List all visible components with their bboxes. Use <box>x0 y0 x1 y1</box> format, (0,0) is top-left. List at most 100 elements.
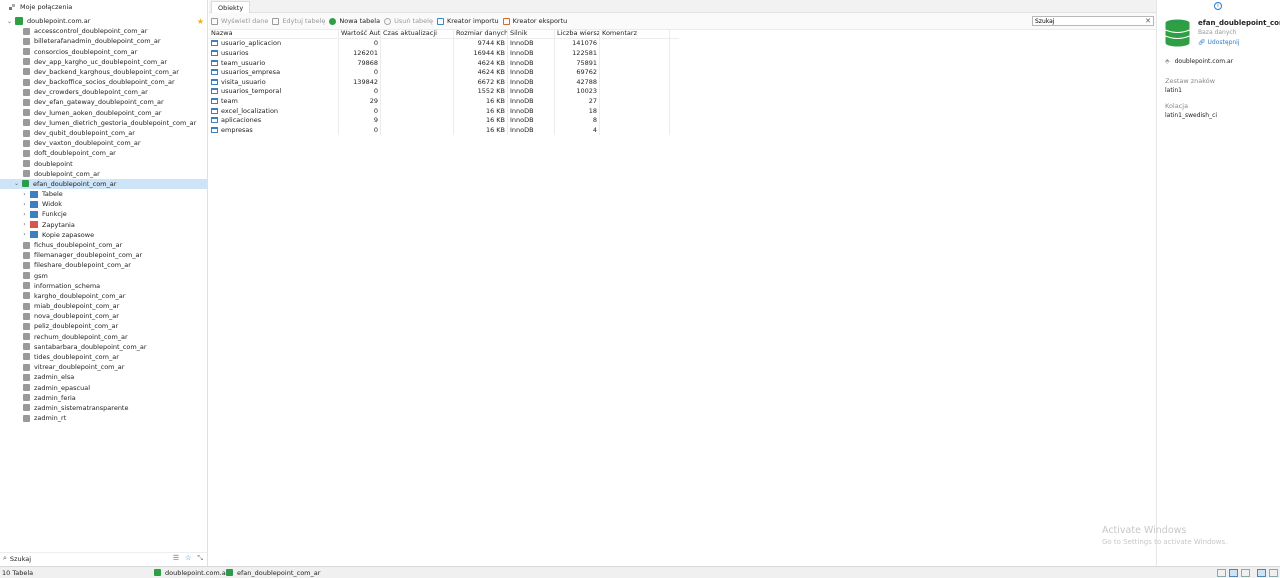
chevron-right-icon[interactable]: › <box>21 191 28 198</box>
tree-database[interactable]: vitrear_doublepoint_com_ar <box>0 362 207 372</box>
tree-database[interactable]: dev_vaxton_doublepoint_com_ar <box>0 138 207 148</box>
table-row[interactable]: team 29 16 KB InnoDB 27 <box>209 96 679 106</box>
tree-database[interactable]: consorcios_doublepoint_com_ar <box>0 47 207 57</box>
collapse-tree-icon[interactable]: ⤡ <box>197 554 203 563</box>
tree-item-label: billeterafanadmin_doublepoint_com_ar <box>34 37 161 46</box>
chevron-right-icon[interactable]: › <box>21 231 28 238</box>
chevron-down-icon[interactable]: ⌄ <box>6 18 13 25</box>
tree-database[interactable]: accesscontrol_doublepoint_com_ar <box>0 26 207 36</box>
objects-search-input[interactable] <box>1035 17 1135 25</box>
star-icon[interactable]: ★ <box>197 17 204 26</box>
tree-database[interactable]: zadmin_rt <box>0 413 207 423</box>
tree-database[interactable]: billeterafanadmin_doublepoint_com_ar <box>0 36 207 46</box>
status-database[interactable]: efan_doublepoint_com_ar <box>226 569 320 577</box>
tree-database[interactable]: gsm <box>0 271 207 281</box>
tree-database[interactable]: dev_lumen_dietrich_gestoria_doublepoint_… <box>0 118 207 128</box>
tree-database[interactable]: zadmin_sistematransparente <box>0 403 207 413</box>
list-view-icon[interactable] <box>1229 568 1238 577</box>
database-icon <box>23 343 30 351</box>
objects-search-box[interactable]: ✕ <box>1032 16 1154 26</box>
tree-object-group[interactable]: › Widok <box>0 199 207 209</box>
view-data-button[interactable]: Wyświetl dane <box>211 17 268 25</box>
tree-database[interactable]: santabarbara_doublepoint_com_ar <box>0 342 207 352</box>
table-row[interactable]: empresas 0 16 KB InnoDB 4 <box>209 124 679 135</box>
cell-row-count-text: 8 <box>592 116 597 125</box>
tree-database[interactable]: rechum_doublepoint_com_ar <box>0 332 207 342</box>
chevron-down-icon[interactable]: ⌄ <box>13 180 20 187</box>
chevron-right-icon[interactable]: › <box>21 221 28 228</box>
edit-table-button[interactable]: Edytuj tabelę <box>272 17 325 25</box>
toggle-info-panel-icon[interactable] <box>1269 568 1278 577</box>
grid-view-icon[interactable] <box>1217 568 1226 577</box>
connection-icon <box>154 569 161 576</box>
table-row[interactable]: usuarios_temporal 0 1552 KB InnoDB 10023 <box>209 86 679 97</box>
chevron-right-icon[interactable]: › <box>21 211 28 218</box>
sidebar-search-bar[interactable]: ⌕ Szukaj ☰ ☆ ⤡ <box>0 552 207 564</box>
tree-database[interactable]: zadmin_epascual <box>0 383 207 393</box>
tree-object-group[interactable]: › Zapytania <box>0 220 207 230</box>
tree-database[interactable]: doft_doublepoint_com_ar <box>0 148 207 158</box>
tree-database[interactable]: kargho_doublepoint_com_ar <box>0 291 207 301</box>
cell-name: aplicaciones <box>209 115 339 125</box>
detail-view-icon[interactable] <box>1241 568 1250 577</box>
table-row[interactable]: aplicaciones 9 16 KB InnoDB 8 <box>209 115 679 125</box>
column-header-update-time[interactable]: Czas aktualizacji <box>381 29 454 38</box>
tree-database[interactable]: fichus_doublepoint_com_ar <box>0 240 207 250</box>
favorite-filter-icon[interactable]: ☆ <box>185 554 191 563</box>
toggle-sidebar-icon[interactable] <box>1257 568 1266 577</box>
export-wizard-button[interactable]: Kreator eksportu <box>502 17 567 25</box>
tree-database[interactable]: dev_crowders_doublepoint_com_ar <box>0 87 207 97</box>
my-connections-header[interactable]: Moje połączenia <box>0 0 208 14</box>
close-icon[interactable]: ✕ <box>1145 17 1151 25</box>
column-header-row-count[interactable]: Liczba wierszy <box>555 29 600 38</box>
column-header-engine[interactable]: Silnik <box>508 29 555 38</box>
tree-database[interactable]: tides_doublepoint_com_ar <box>0 352 207 362</box>
tree-object-group[interactable]: › Kopie zapasowe <box>0 230 207 240</box>
new-table-button[interactable]: Nowa tabela <box>329 17 380 25</box>
table-row[interactable]: usuarios 126201 16944 KB InnoDB 122581 <box>209 48 679 58</box>
tree-object-group[interactable]: › Tabele <box>0 189 207 199</box>
tree-database[interactable]: doublepoint_com_ar <box>0 169 207 179</box>
tree-database[interactable]: information_schema <box>0 281 207 291</box>
table-row[interactable]: team_usuario 79868 4624 KB InnoDB 75891 <box>209 57 679 68</box>
tree-database[interactable]: dev_backend_karghous_doublepoint_com_ar <box>0 67 207 77</box>
database-icon <box>23 363 30 371</box>
cell-engine-text: InnoDB <box>510 58 534 67</box>
share-link[interactable]: 🔗︎ Udostępnij <box>1198 39 1240 46</box>
tree-connection[interactable]: ⌄ doublepoint.com.ar ★ <box>0 16 207 26</box>
table-row[interactable]: excel_localization 0 16 KB InnoDB 18 <box>209 105 679 116</box>
table-row[interactable]: visita_usuario 139842 6672 KB InnoDB 42788 <box>209 76 679 87</box>
cell-auto-increment: 139842 <box>339 76 381 87</box>
charset-value: latin1 <box>1165 87 1182 94</box>
cell-data-size-text: 1552 KB <box>477 87 505 96</box>
tree-object-group[interactable]: › Funkcje <box>0 209 207 219</box>
status-connection[interactable]: doublepoint.com.ar <box>154 569 228 577</box>
tree-database[interactable]: zadmin_elsa <box>0 372 207 382</box>
tree-database[interactable]: zadmin_feria <box>0 393 207 403</box>
tree-database-selected[interactable]: ⌄ efan_doublepoint_com_ar <box>0 178 207 190</box>
import-wizard-button[interactable]: Kreator importu <box>437 17 499 25</box>
tree-database[interactable]: dev_efan_gateway_doublepoint_com_ar <box>0 97 207 107</box>
tree-database[interactable]: dev_qubit_doublepoint_com_ar <box>0 128 207 138</box>
tree-database[interactable]: peliz_doublepoint_com_ar <box>0 321 207 331</box>
filter-icon[interactable]: ☰ <box>173 554 179 563</box>
tree-database[interactable]: dev_lumen_aoken_doublepoint_com_ar <box>0 108 207 118</box>
tree-database[interactable]: doublepoint <box>0 159 207 169</box>
tree-database[interactable]: fileshare_doublepoint_com_ar <box>0 260 207 270</box>
column-header-comment[interactable]: Komentarz <box>600 29 670 38</box>
column-header-data-size[interactable]: Rozmiar danych <box>454 29 508 38</box>
column-header-auto-increment[interactable]: Wartość Aut... <box>339 29 381 38</box>
column-header-name[interactable]: Nazwa <box>209 29 339 38</box>
chevron-right-icon[interactable]: › <box>21 201 28 208</box>
delete-table-button[interactable]: Usuń tabelę <box>384 17 433 25</box>
table-row[interactable]: usuarios_empresa 0 4624 KB InnoDB 69762 <box>209 67 679 77</box>
info-icon[interactable]: i <box>1214 2 1222 10</box>
tree-database[interactable]: miab_doublepoint_com_ar <box>0 301 207 311</box>
tree-database[interactable]: filemanager_doublepoint_com_ar <box>0 250 207 260</box>
tab-objects[interactable]: Obiekty <box>211 1 251 13</box>
table-row[interactable]: usuario_aplicacion 0 9744 KB InnoDB 141076 <box>209 38 679 49</box>
tree-database[interactable]: nova_doublepoint_com_ar <box>0 311 207 321</box>
tree-database[interactable]: dev_backoffice_socios_doublepoint_com_ar <box>0 77 207 87</box>
sidebar-search-input[interactable]: Szukaj <box>10 555 31 563</box>
tree-database[interactable]: dev_app_kargho_uc_doublepoint_com_ar <box>0 57 207 67</box>
